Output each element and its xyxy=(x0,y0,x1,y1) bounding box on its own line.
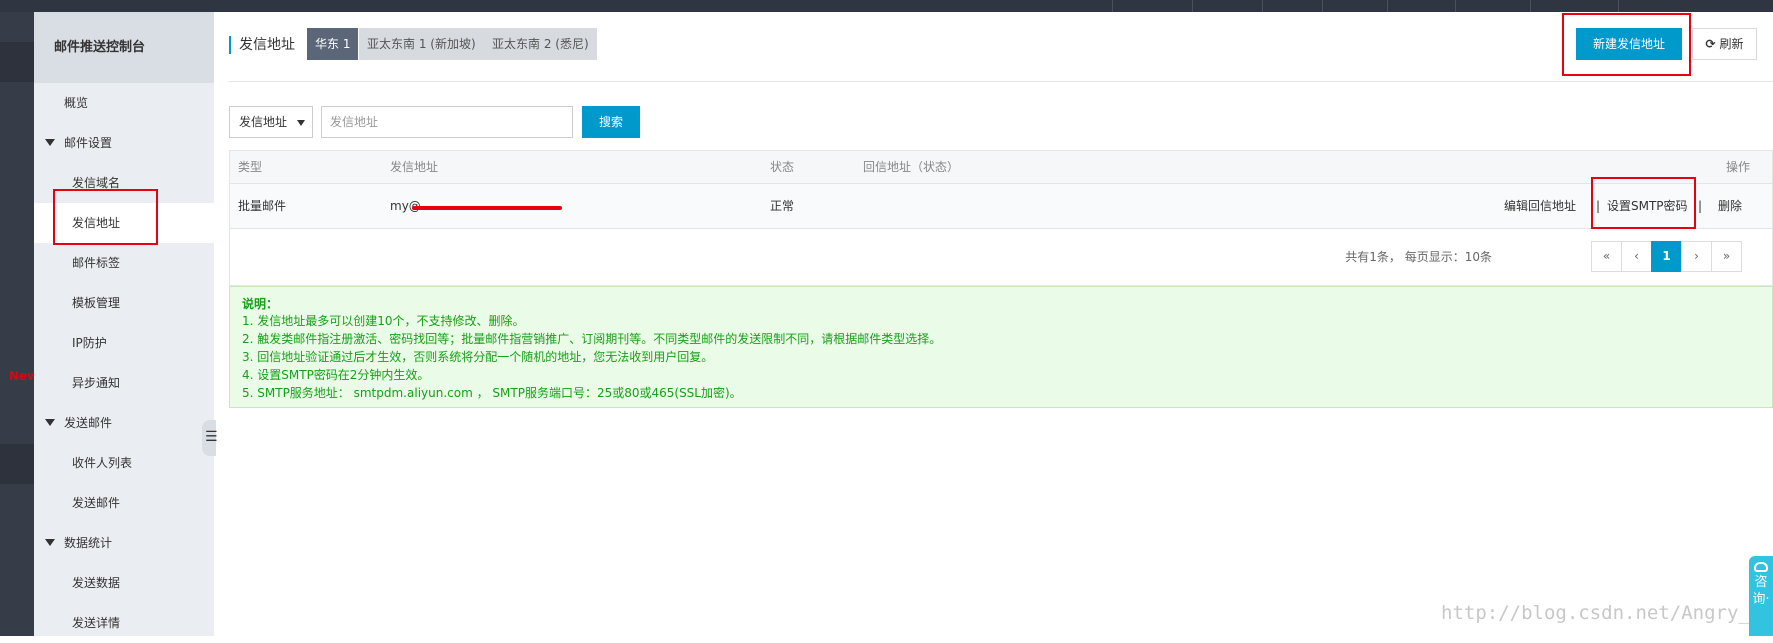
tab-region-sydney[interactable]: 亚太东南 2 (悉尼) xyxy=(484,28,597,60)
sidebar-group-send-mail[interactable]: 发送邮件 xyxy=(34,403,214,443)
sidebar-item-send-mail[interactable]: 发送邮件 xyxy=(34,483,214,523)
search-field-select[interactable]: 发信地址 xyxy=(229,106,313,138)
caret-down-icon xyxy=(45,419,55,426)
highlight-box-new-button xyxy=(1562,13,1691,76)
pagination-info: 共有1条， 每页显示：10条 xyxy=(1345,250,1492,264)
sidebar-item-overview[interactable]: 概览 xyxy=(34,83,214,123)
action-separator: | xyxy=(1698,199,1703,213)
first-page-button[interactable]: « xyxy=(1591,241,1622,272)
notice-line: 2. 触发类邮件指注册激活、密码找回等；批量邮件指营销推广、订阅期刊等。不同类型… xyxy=(242,332,942,346)
column-header-address: 发信地址 xyxy=(390,160,439,174)
highlight-box-smtp xyxy=(1591,177,1696,229)
highlight-box-sidebar xyxy=(53,189,158,245)
list-icon: ☰ xyxy=(205,429,218,445)
sidebar: 邮件推送控制台 概览 邮件设置 发信域名 发信地址 邮件标签 模板管理 IP防护… xyxy=(34,12,214,636)
sidebar-item-async-notify[interactable]: 异步通知 xyxy=(34,363,214,403)
refresh-button[interactable]: ⟳ 刷新 xyxy=(1692,28,1757,60)
page-title: 发信地址 xyxy=(229,36,295,54)
page-1-button[interactable]: 1 xyxy=(1651,241,1682,272)
table-row: 批量邮件 my@ 正常 编辑回信地址 | 设置SMTP密码 | 删除 xyxy=(230,184,1772,229)
pagination: 共有1条， 每页显示：10条 « ‹ 1 › » xyxy=(230,229,1772,285)
column-header-reply-address: 回信地址（状态） xyxy=(863,160,960,174)
chat-icon xyxy=(1754,562,1768,572)
column-header-actions: 操作 xyxy=(1726,160,1751,174)
sidebar-item-send-details[interactable]: 发送详情 xyxy=(34,603,214,643)
refresh-icon: ⟳ xyxy=(1705,37,1716,51)
delete-link[interactable]: 删除 xyxy=(1718,184,1742,229)
sidebar-item-templates[interactable]: 模板管理 xyxy=(34,283,214,323)
product-rail xyxy=(0,12,34,636)
search-input[interactable] xyxy=(321,106,573,138)
sidebar-item-mail-tags[interactable]: 邮件标签 xyxy=(34,243,214,283)
notice-line: 4. 设置SMTP密码在2分钟内生效。 xyxy=(242,368,430,382)
tab-region-east-1[interactable]: 华东 1 xyxy=(307,28,359,60)
consult-button[interactable]: 咨询· xyxy=(1749,556,1773,636)
cell-type: 批量邮件 xyxy=(238,199,287,213)
column-header-status: 状态 xyxy=(770,160,795,174)
sidebar-title: 邮件推送控制台 xyxy=(34,12,214,83)
notice-box: 说明： 1. 发信地址最多可以创建10个，不支持修改、删除。 2. 触发类邮件指… xyxy=(229,286,1773,408)
notice-line: 5. SMTP服务地址： smtpdm.aliyun.com ， SMTP服务端… xyxy=(242,386,742,400)
notice-line: 1. 发信地址最多可以创建10个，不支持修改、删除。 xyxy=(242,314,525,328)
sidebar-item-ip-protection[interactable]: IP防护 xyxy=(34,323,214,363)
notice-title: 说明： xyxy=(242,297,279,311)
column-header-type: 类型 xyxy=(238,160,263,174)
caret-down-icon xyxy=(45,539,55,546)
search-button[interactable]: 搜索 xyxy=(582,106,640,138)
watermark: http://blog.csdn.net/Angry_Mill xyxy=(1441,602,1773,624)
caret-down-icon xyxy=(297,120,305,126)
sidebar-group-mail-settings[interactable]: 邮件设置 xyxy=(34,123,214,163)
sender-address-table: 类型 发信地址 状态 回信地址（状态） 操作 批量邮件 my@ 正常 编辑回信地… xyxy=(229,150,1773,286)
last-page-button[interactable]: » xyxy=(1711,241,1742,272)
table-header: 类型 发信地址 状态 回信地址（状态） 操作 xyxy=(230,151,1772,184)
caret-down-icon xyxy=(45,139,55,146)
next-page-button[interactable]: › xyxy=(1681,241,1712,272)
tab-region-singapore[interactable]: 亚太东南 1 (新加坡) xyxy=(359,28,484,60)
sidebar-collapse-handle[interactable]: ☰ xyxy=(202,420,218,456)
redaction-mark xyxy=(412,206,562,210)
edit-reply-address-link[interactable]: 编辑回信地址 xyxy=(1504,184,1576,229)
sidebar-item-send-data[interactable]: 发送数据 xyxy=(34,563,214,603)
prev-page-button[interactable]: ‹ xyxy=(1621,241,1652,272)
cell-status: 正常 xyxy=(770,199,795,213)
top-navbar xyxy=(0,0,1773,12)
notice-line: 3. 回信地址验证通过后才生效，否则系统将分配一个随机的地址，您无法收到用户回复… xyxy=(242,350,714,364)
header-divider xyxy=(229,81,1773,82)
sidebar-group-statistics[interactable]: 数据统计 xyxy=(34,523,214,563)
sidebar-item-recipient-list[interactable]: 收件人列表 xyxy=(34,443,214,483)
